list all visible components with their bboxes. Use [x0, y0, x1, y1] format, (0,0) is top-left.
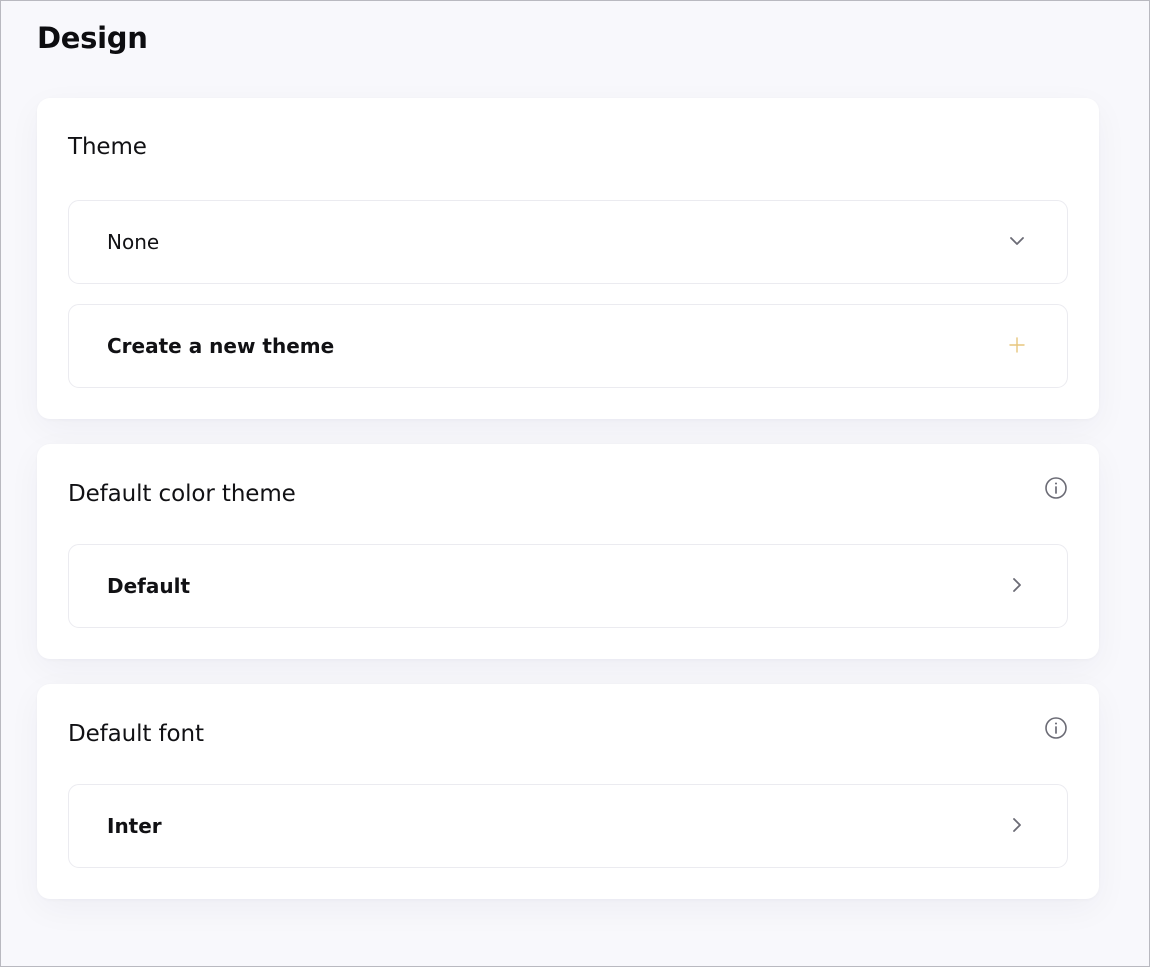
default-color-theme-value: Default — [107, 574, 191, 598]
default-font-row[interactable]: Inter — [68, 784, 1068, 868]
default-color-theme-heading: Default color theme — [68, 481, 296, 507]
page-title: Design — [37, 21, 148, 55]
chevron-down-icon — [1010, 237, 1024, 245]
create-theme-button[interactable]: Create a new theme — [68, 304, 1068, 388]
theme-card: Theme None Create a new theme — [37, 98, 1099, 419]
theme-heading: Theme — [68, 134, 147, 160]
create-theme-label: Create a new theme — [107, 334, 335, 358]
chevron-right-icon — [1013, 818, 1021, 832]
default-font-heading: Default font — [68, 721, 204, 747]
default-color-theme-card: Default color theme Default — [37, 444, 1099, 659]
info-icon[interactable] — [1044, 476, 1068, 500]
default-font-card: Default font Inter — [37, 684, 1099, 899]
theme-select[interactable]: None — [68, 200, 1068, 284]
chevron-right-icon — [1013, 578, 1021, 592]
settings-window: Design Theme None Create a new theme Def… — [0, 0, 1150, 967]
default-font-value: Inter — [107, 814, 162, 838]
theme-select-value: None — [107, 230, 160, 254]
default-color-theme-row[interactable]: Default — [68, 544, 1068, 628]
plus-icon — [1009, 337, 1025, 353]
info-icon[interactable] — [1044, 716, 1068, 740]
